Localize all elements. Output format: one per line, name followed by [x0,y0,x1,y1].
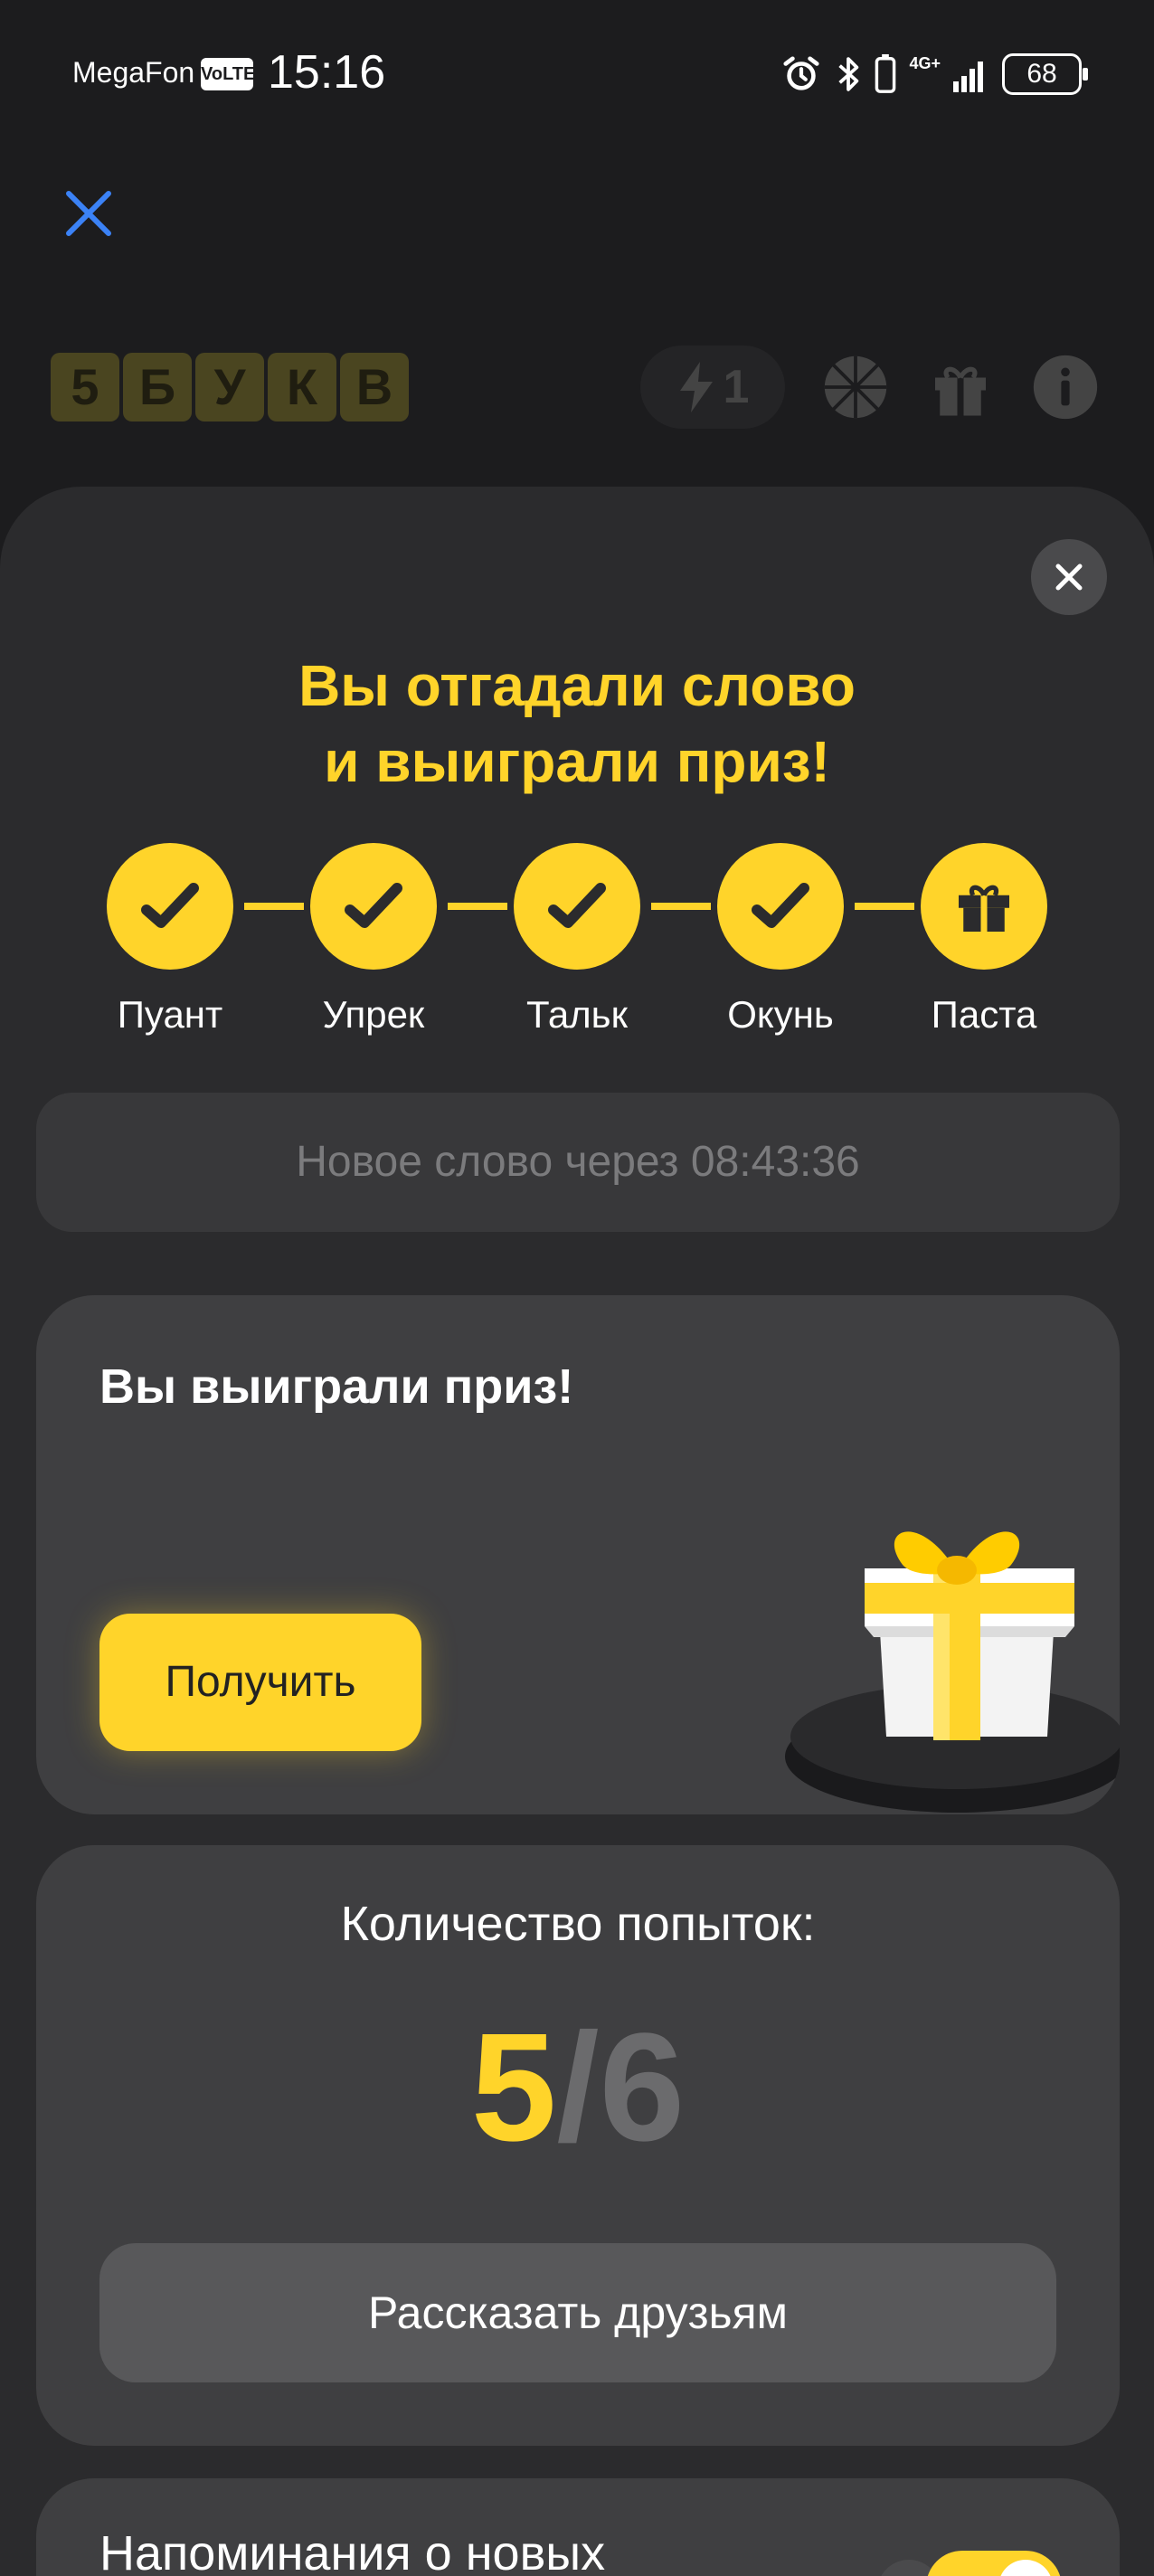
energy-count: 1 [723,361,750,413]
checkmark-icon [345,883,402,928]
fortune-wheel-icon [824,355,887,419]
wheel-button[interactable] [821,353,890,421]
reminder-label: Напоминания о новых [99,2526,606,2576]
next-word-timer: Новое слово через 08:43:36 [36,1093,1120,1232]
info-button[interactable] [1031,353,1100,421]
clock: 15:16 [268,46,386,99]
sheet-close-button[interactable] [1031,539,1107,615]
lightning-icon [679,362,713,412]
alarm-icon [783,56,820,90]
toggle-knob [998,2560,1053,2576]
signal-icon [953,62,983,92]
reminder-card: Напоминания о новых [36,2478,1120,2576]
energy-button[interactable]: 1 [640,346,785,429]
progress-step: Упрек [310,843,437,1037]
close-icon [66,191,111,236]
step-label: Паста [931,993,1037,1036]
header-actions: 1 [640,346,1100,429]
bluetooth-icon [838,57,859,91]
progress-connector [448,903,507,910]
logo-letter: 5 [51,353,119,421]
attempts-separator: / [556,2002,600,2174]
prize-title: Вы выиграли приз! [99,1359,574,1414]
app-close-button[interactable] [60,185,118,242]
progress-connector [244,903,304,910]
volte-badge: VoLTE [201,58,255,90]
status-icons: 4G+ 68 [780,52,1088,96]
status-bar: MegaFon VoLTE 15:16 4G+ 68 [0,0,1154,136]
headline-line: и выиграли приз! [324,729,830,794]
logo-letter: К [268,353,336,421]
logo-letter: Б [123,353,192,421]
progress-step: Окунь [717,843,844,1037]
close-icon [1055,564,1083,591]
checkmark-icon [141,883,199,928]
info-icon [1033,355,1098,420]
logo-letter: У [195,353,264,421]
step-circle [514,843,640,970]
step-label: Пуант [117,993,223,1036]
reminder-toggle[interactable] [926,2551,1062,2576]
step-circle [310,843,437,970]
result-headline: Вы отгадали слово и выиграли приз! [0,648,1154,800]
step-label: Упрек [322,993,425,1036]
attempts-total: 6 [599,2002,686,2174]
attempts-title: Количество попыток: [340,1897,816,1951]
progress-connector [855,903,914,910]
step-circle [921,843,1047,970]
attempts-used: 5 [470,2002,557,2174]
headline-line: Вы отгадали слово [298,653,856,718]
network-type: 4G+ [909,54,941,72]
prize-card: Вы выиграли приз! Получить [36,1295,1120,1814]
checkmark-icon [548,883,606,928]
gift-icon [935,366,986,416]
progress-connector [651,903,711,910]
gift-box-illustration [785,1531,1120,1813]
word-progress: Пуант Упрек Тальк Окунь Паста [107,843,1047,1036]
share-button[interactable]: Рассказать друзьям [99,2243,1056,2382]
logo-letter: В [340,353,409,421]
battery-indicator: 68 [1002,53,1088,95]
step-circle [107,843,233,970]
step-label: Окунь [727,993,834,1036]
progress-step: Тальк [514,843,640,1037]
gift-icon [959,885,1009,932]
step-label: Тальк [526,993,628,1036]
progress-step: Паста [921,843,1047,1037]
app-logo: 5 Б У К В [51,353,409,421]
attempts-card: Количество попыток: 5/6 Рассказать друзь… [36,1845,1120,2446]
phone-battery-icon [875,53,896,93]
screen: MegaFon VoLTE 15:16 4G+ 68 5 Б У К В 1 В… [0,0,1154,2576]
attempts-counter: 5/6 [36,1997,1120,2178]
step-circle [717,843,844,970]
checkmark-icon [752,883,809,928]
claim-prize-button[interactable]: Получить [99,1614,421,1751]
carrier-name: MegaFon [72,56,195,89]
progress-step: Пуант [107,843,233,1037]
gifts-button[interactable] [926,353,995,421]
